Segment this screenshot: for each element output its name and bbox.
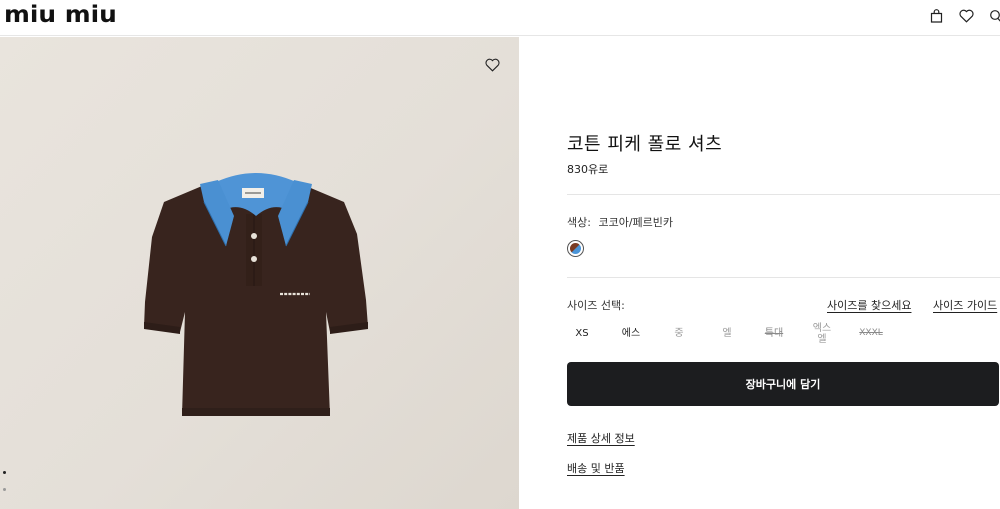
site-header: miu miu [0, 0, 1000, 36]
swatch-fill [570, 243, 581, 254]
polo-shirt-image [144, 173, 368, 416]
gallery-dot-active[interactable] [3, 471, 6, 474]
divider [567, 194, 1000, 195]
color-info: 색상: 코코아/페르빈카 [567, 214, 673, 230]
product-details: 코튼 피케 폴로 셔츠 830유로 색상: 코코아/페르빈카 사이즈 선택: 사… [519, 37, 1000, 509]
color-label: 색상: [567, 216, 591, 229]
search-icon[interactable] [989, 9, 1000, 23]
product-details-link[interactable]: 제품 상세 정보 [567, 430, 635, 446]
size-guide-link[interactable]: 사이즈 가이드 [933, 297, 997, 313]
size-option-xl[interactable]: 특대 [763, 328, 785, 352]
gallery-pagination[interactable] [3, 471, 6, 505]
color-swatch[interactable] [567, 240, 584, 257]
shipping-returns-link[interactable]: 배송 및 반품 [567, 460, 625, 476]
product-price: 830유로 [567, 163, 609, 176]
product-title: 코튼 피케 폴로 셔츠 [567, 134, 723, 155]
find-size-link[interactable]: 사이즈를 찾으세요 [827, 297, 911, 313]
size-option-s[interactable]: 에스 [620, 328, 642, 352]
wishlist-heart-icon[interactable] [485, 57, 500, 72]
color-value: 코코아/페르빈카 [598, 216, 673, 229]
bag-icon[interactable] [930, 9, 944, 23]
heart-icon[interactable] [959, 9, 974, 23]
size-option-l[interactable]: 엘 [721, 328, 733, 352]
size-option-xxxl[interactable]: XXXL [857, 328, 885, 352]
size-option-xxl[interactable]: 엑스 엘 [810, 323, 834, 347]
brand-logo[interactable]: miu miu [4, 3, 117, 27]
gallery-dot[interactable] [3, 488, 6, 491]
size-option-xs[interactable]: XS [575, 328, 589, 352]
size-option-m[interactable]: 중 [673, 328, 685, 352]
add-to-cart-button[interactable]: 장바구니에 담기 [567, 362, 999, 406]
size-select-label: 사이즈 선택: [567, 299, 625, 312]
divider [567, 277, 1000, 278]
product-gallery[interactable] [0, 37, 519, 509]
